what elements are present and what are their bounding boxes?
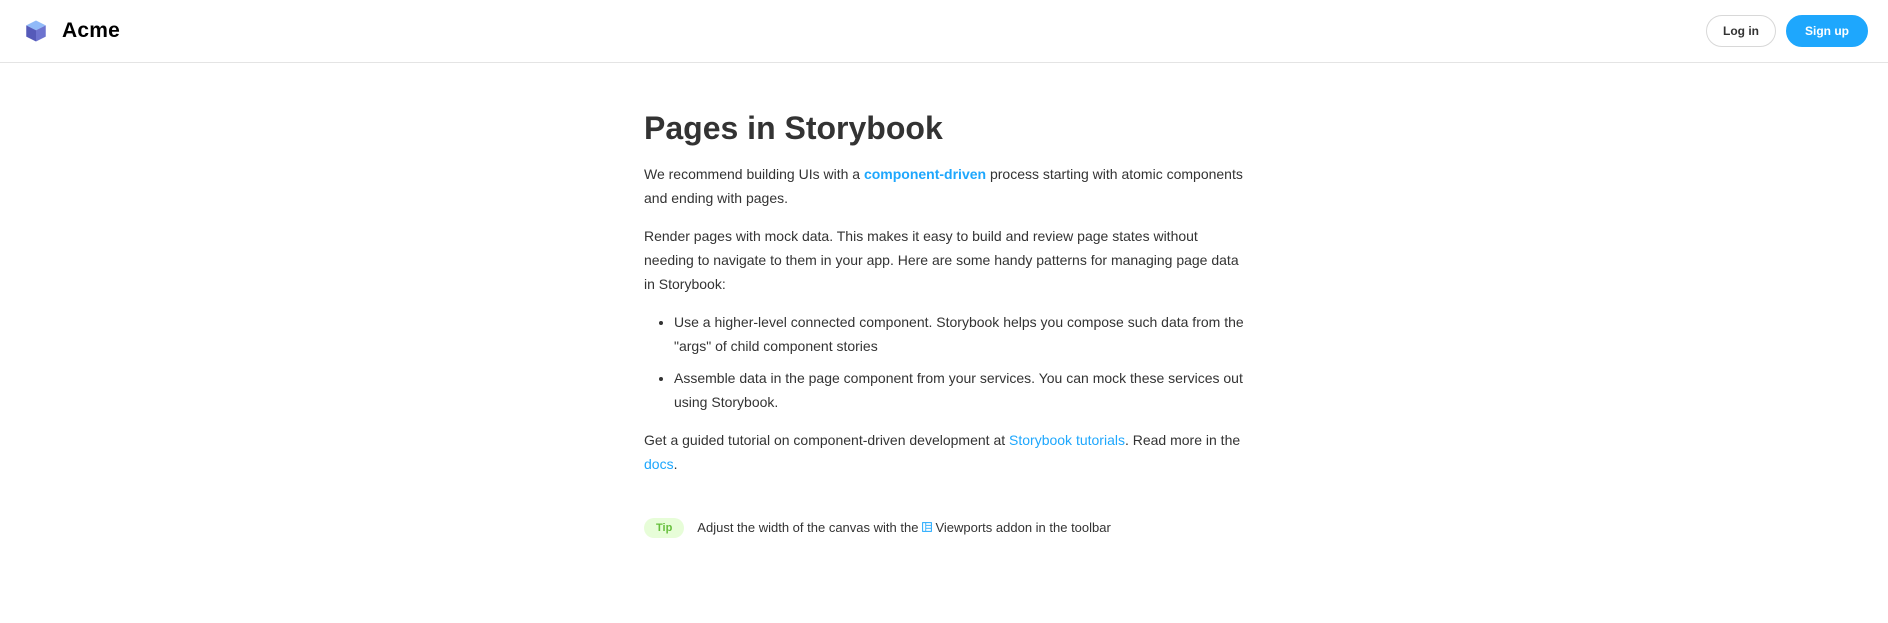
site-header: Acme Log in Sign up — [0, 0, 1888, 63]
patterns-list: Use a higher-level connected component. … — [644, 310, 1244, 414]
header-actions: Log in Sign up — [1706, 15, 1868, 47]
list-item: Use a higher-level connected component. … — [674, 310, 1244, 358]
list-item: Assemble data in the page component from… — [674, 366, 1244, 414]
login-button[interactable]: Log in — [1706, 15, 1776, 47]
docs-link[interactable]: docs — [644, 456, 674, 472]
guide-paragraph: Get a guided tutorial on component-drive… — [644, 428, 1244, 476]
brand[interactable]: Acme — [24, 19, 120, 43]
page-content: Pages in Storybook We recommend building… — [644, 63, 1244, 540]
cube-logo-icon — [24, 19, 48, 43]
tip-badge: Tip — [644, 518, 685, 538]
brand-name: Acme — [62, 19, 120, 42]
signup-button[interactable]: Sign up — [1786, 15, 1868, 47]
intro-text-before: We recommend building UIs with a — [644, 166, 864, 182]
render-paragraph: Render pages with mock data. This makes … — [644, 228, 1239, 292]
guide-text-after: . — [673, 456, 678, 472]
guide-text-before: Get a guided tutorial on component-drive… — [644, 432, 1010, 448]
tip-text-after: Viewports addon in the toolbar — [935, 520, 1111, 535]
intro-paragraph: We recommend building UIs with a compone… — [644, 162, 1244, 210]
viewport-icon — [922, 516, 933, 540]
guide-text-middle: . Read more in the — [1124, 432, 1241, 448]
storybook-tutorials-link[interactable]: Storybook tutorials — [1009, 432, 1125, 448]
page-title: Pages in Storybook — [644, 110, 943, 146]
tip-text-before: Adjust the width of the canvas with the — [697, 520, 919, 535]
component-driven-link[interactable]: component-driven — [864, 166, 986, 182]
tip-row: Tip Adjust the width of the canvas with … — [644, 516, 1244, 540]
